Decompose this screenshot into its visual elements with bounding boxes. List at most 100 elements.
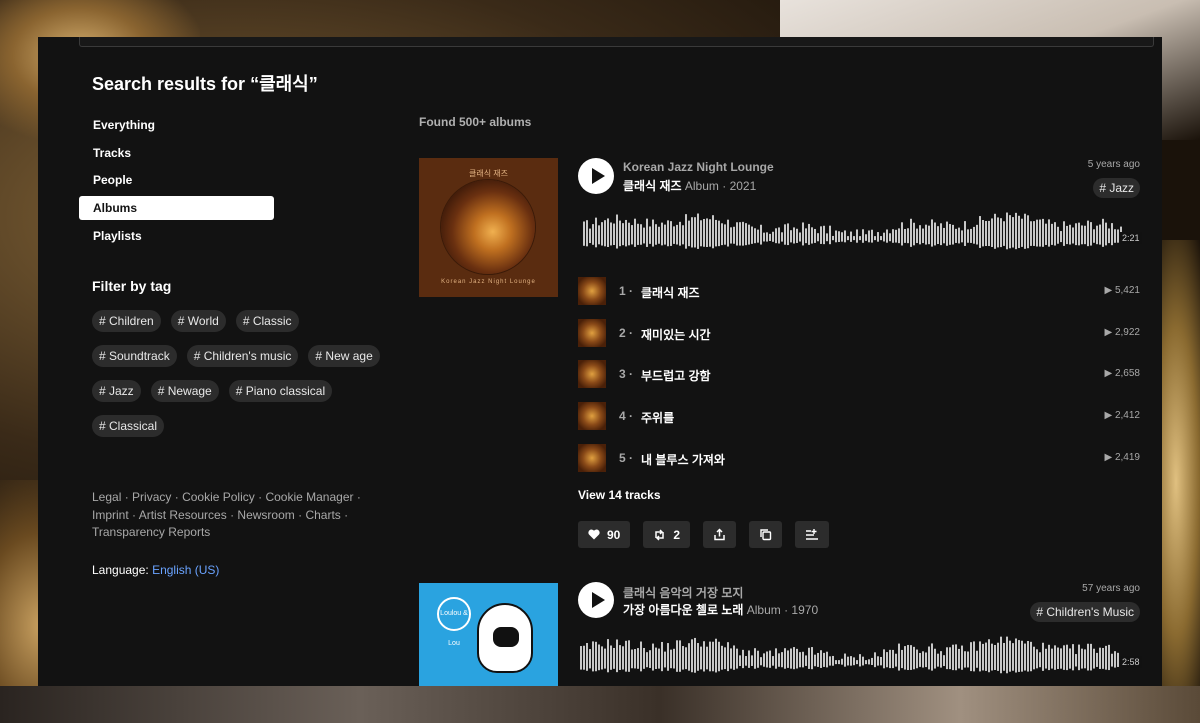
waveform-bar [688, 220, 690, 247]
play-button[interactable] [578, 158, 614, 194]
album-actions: 90 2 [578, 521, 830, 548]
waveform-bar [973, 641, 975, 672]
waveform-bar [1072, 227, 1074, 244]
track-item[interactable]: 2 · 재미있는 시간 ▶ 2,922 [578, 318, 1140, 347]
waveform-bar [619, 220, 621, 247]
waveform-bar [820, 226, 822, 244]
waveform-bar [607, 639, 609, 673]
tag-children[interactable]: # Children [92, 310, 161, 332]
waveform-bar [988, 639, 990, 673]
nav-item-people[interactable]: People [79, 168, 274, 192]
track-name[interactable]: 내 블루스 가져와 [641, 451, 725, 468]
waveform-bar [976, 650, 978, 668]
waveform[interactable] [580, 633, 1120, 683]
nav-item-playlists[interactable]: Playlists [79, 224, 274, 248]
track-name[interactable]: 클래식 재즈 [641, 284, 700, 301]
tag-jazz[interactable]: # Jazz [92, 380, 141, 402]
waveform-bar [655, 224, 657, 245]
waveform-bar [604, 220, 606, 247]
track-item[interactable]: 3 · 부드럽고 강함 ▶ 2,658 [578, 360, 1140, 389]
waveform-bar [886, 652, 888, 668]
copy-link-button[interactable] [749, 521, 783, 548]
waveform-bar [970, 642, 972, 672]
play-button[interactable] [578, 582, 614, 618]
waveform-bar [1084, 225, 1086, 245]
waveform-bar [763, 232, 765, 242]
tag-soundtrack[interactable]: # Soundtrack [92, 345, 177, 367]
waveform-bar [973, 226, 975, 244]
waveform-bar [1006, 212, 1008, 250]
tag-new-age[interactable]: # New age [308, 345, 380, 367]
waveform-bar [901, 649, 903, 669]
footer-link-cookie-manager[interactable]: Cookie Manager [265, 490, 353, 504]
genre-tag[interactable]: # Children's Music [1030, 602, 1140, 622]
waveform-bar [610, 645, 612, 670]
tag-world[interactable]: # World [170, 310, 226, 332]
waveform-bar [640, 224, 642, 245]
tag-newage[interactable]: # Newage [150, 380, 219, 402]
tag-classical[interactable]: # Classical [92, 415, 165, 437]
like-button[interactable]: 90 [578, 521, 631, 548]
waveform-bar [928, 225, 930, 245]
waveform-bar [895, 653, 897, 667]
footer-link-privacy[interactable]: Privacy [132, 490, 171, 504]
waveform-bar [721, 645, 723, 670]
track-name[interactable]: 부드럽고 강함 [641, 367, 711, 384]
track-item[interactable]: 1 · 클래식 재즈 ▶ 5,421 [578, 277, 1140, 305]
track-item[interactable]: 4 · 주위를 ▶ 2,412 [578, 402, 1140, 431]
footer-link-artist-resources[interactable]: Artist Resources [139, 508, 227, 522]
waveform-bar [826, 233, 828, 242]
add-to-queue-button[interactable] [795, 521, 830, 548]
footer-link-legal[interactable]: Legal [92, 490, 121, 504]
waveform-bar [652, 643, 654, 671]
album-cover[interactable]: Loulou & Lou [419, 583, 558, 686]
language-selector: Language: English (US) [92, 563, 219, 577]
nav-item-albums[interactable]: Albums [79, 196, 274, 221]
footer-link-transparency-reports[interactable]: Transparency Reports [92, 525, 210, 539]
waveform-bar [691, 639, 693, 673]
language-link[interactable]: English (US) [152, 563, 219, 577]
waveform-bar [805, 655, 807, 666]
waveform-bar [1009, 640, 1011, 672]
album-cover[interactable]: 클래식 재즈 Korean Jazz Night Lounge [419, 158, 558, 297]
waveform-bar [946, 647, 948, 670]
waveform-bar [1078, 222, 1080, 246]
waveform-bar [844, 230, 846, 243]
track-name[interactable]: 주위를 [641, 409, 674, 426]
genre-tag[interactable]: # Jazz [1093, 178, 1140, 198]
repost-button[interactable]: 2 [643, 521, 691, 548]
waveform-bar [676, 640, 678, 672]
waveform-bar [1048, 644, 1050, 671]
waveform-bar [901, 222, 903, 246]
waveform-bar [958, 648, 960, 669]
tag-childrens-music[interactable]: # Children's music [186, 345, 299, 367]
track-thumbnail [578, 277, 606, 305]
footer-link-charts[interactable]: Charts [305, 508, 340, 522]
waveform-bar [649, 650, 651, 668]
share-button[interactable] [703, 521, 737, 548]
footer-link-imprint[interactable]: Imprint [92, 508, 129, 522]
nav-item-tracks[interactable]: Tracks [79, 141, 274, 165]
album-title[interactable]: 클래식 재즈 [623, 179, 682, 193]
track-name[interactable]: 재미있는 시간 [641, 326, 711, 343]
waveform-bar [907, 228, 909, 244]
album-age: 5 years ago [1087, 159, 1140, 170]
waveform-bar [610, 222, 612, 246]
nav-item-everything[interactable]: Everything [79, 113, 274, 137]
waveform-bar [805, 228, 807, 244]
waveform[interactable] [583, 209, 1123, 259]
footer-link-newsroom[interactable]: Newsroom [237, 508, 294, 522]
track-item[interactable]: 5 · 내 블루스 가져와 ▶ 2,419 [578, 443, 1140, 472]
tag-classic[interactable]: # Classic [235, 310, 299, 332]
waveform-bar [853, 236, 855, 241]
waveform-bar [847, 656, 849, 666]
waveform-bar [712, 641, 714, 672]
tag-piano-classical[interactable]: # Piano classical [228, 380, 333, 402]
album-artist[interactable]: 클래식 음악의 거장 모지 [623, 584, 743, 601]
track-plays: ▶ 5,421 [1104, 285, 1141, 296]
album-title[interactable]: 가장 아름다운 첼로 노래 [623, 603, 743, 617]
view-all-tracks-link[interactable]: View 14 tracks [578, 488, 661, 502]
album-artist[interactable]: Korean Jazz Night Lounge [623, 160, 774, 174]
footer-link-cookie-policy[interactable]: Cookie Policy [182, 490, 255, 504]
waveform-bar [694, 217, 696, 248]
